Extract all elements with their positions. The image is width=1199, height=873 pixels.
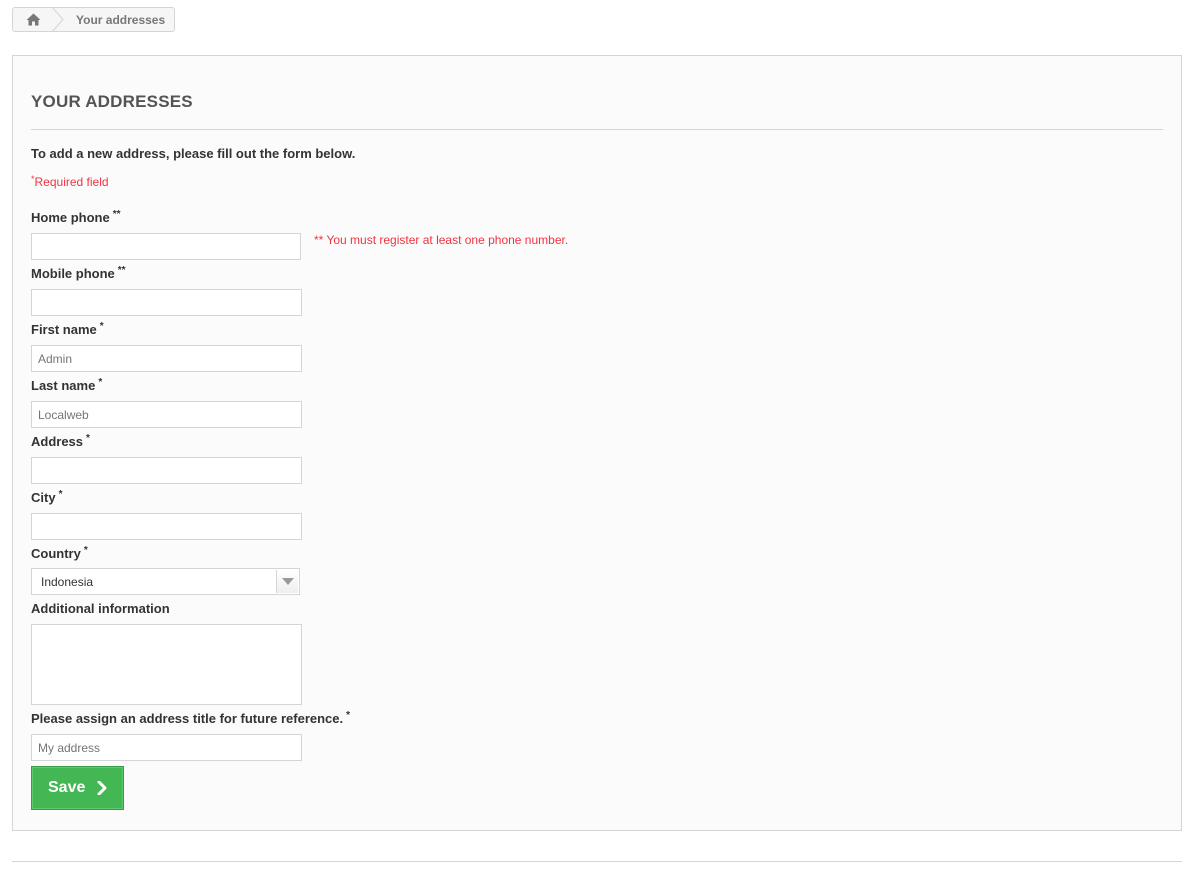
country-selected-value: Indonesia bbox=[41, 575, 94, 589]
home-phone-input[interactable] bbox=[31, 233, 301, 260]
address-alias-label: Please assign an address title for futur… bbox=[31, 710, 351, 726]
country-select[interactable]: Indonesia bbox=[31, 568, 300, 595]
first-name-input[interactable] bbox=[31, 345, 302, 372]
heading-divider bbox=[31, 129, 1163, 130]
footer-divider bbox=[12, 861, 1182, 862]
chevron-down-icon[interactable] bbox=[276, 570, 298, 593]
breadcrumb-current: Your addresses bbox=[76, 12, 166, 27]
breadcrumb-separator bbox=[51, 7, 64, 32]
city-label: City * bbox=[31, 489, 63, 505]
additional-info-label: Additional information bbox=[31, 601, 170, 616]
address-input[interactable] bbox=[31, 457, 302, 484]
address-alias-input[interactable] bbox=[31, 734, 302, 761]
page-title: YOUR ADDRESSES bbox=[31, 92, 193, 111]
form-intro: To add a new address, please fill out th… bbox=[31, 146, 356, 161]
save-button-label: Save bbox=[48, 779, 86, 796]
address-label: Address * bbox=[31, 433, 90, 449]
mobile-phone-label: Mobile phone ** bbox=[31, 265, 126, 281]
save-button[interactable]: Save bbox=[31, 766, 124, 810]
mobile-phone-input[interactable] bbox=[31, 289, 302, 316]
city-input[interactable] bbox=[31, 513, 302, 540]
breadcrumb-home-link[interactable] bbox=[13, 8, 53, 31]
first-name-label: First name * bbox=[31, 321, 104, 337]
address-form-box: YOUR ADDRESSES To add a new address, ple… bbox=[12, 55, 1182, 831]
chevron-right-icon bbox=[97, 781, 107, 795]
additional-info-textarea[interactable] bbox=[31, 624, 302, 705]
last-name-input[interactable] bbox=[31, 401, 302, 428]
breadcrumb: Your addresses bbox=[12, 7, 175, 32]
required-field-note: *Required field bbox=[31, 174, 109, 189]
last-name-label: Last name * bbox=[31, 377, 103, 393]
home-phone-label: Home phone ** bbox=[31, 209, 121, 225]
home-icon bbox=[26, 13, 41, 26]
phone-requirement-hint: ** You must register at least one phone … bbox=[314, 233, 569, 247]
country-label: Country * bbox=[31, 545, 88, 561]
